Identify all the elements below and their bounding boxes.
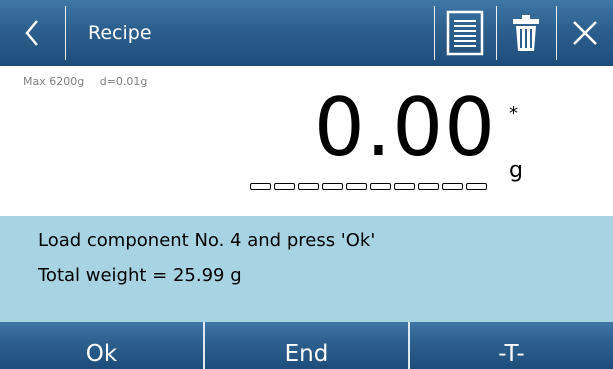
- bargraph-segment: [274, 183, 295, 190]
- scale-specs: Max 6200g d=0.01g: [23, 75, 159, 88]
- bargraph-segment: [394, 183, 415, 190]
- chevron-left-icon: [25, 20, 38, 46]
- header-divider: [65, 6, 66, 60]
- close-icon: [572, 21, 597, 45]
- close-button[interactable]: [556, 0, 613, 66]
- recipe-list-button[interactable]: [434, 0, 496, 66]
- end-button[interactable]: End: [205, 322, 408, 369]
- trash-icon: [513, 15, 539, 51]
- weight-unit: g: [509, 158, 523, 183]
- footer-bar: Ok End -T-: [0, 322, 613, 369]
- instruction-text: Load component No. 4 and press 'Ok': [38, 230, 376, 251]
- stability-indicator: *: [509, 103, 518, 124]
- bargraph-segment: [250, 183, 271, 190]
- bargraph-segment: [370, 183, 391, 190]
- capacity-bargraph: [250, 183, 487, 190]
- bargraph-segment: [466, 183, 487, 190]
- list-document-icon: [446, 10, 484, 56]
- division-value: d=0.01g: [99, 75, 148, 88]
- delete-button[interactable]: [496, 0, 556, 66]
- bargraph-segment: [298, 183, 319, 190]
- total-weight-text: Total weight = 25.99 g: [38, 265, 242, 286]
- message-panel: Load component No. 4 and press 'Ok' Tota…: [0, 216, 613, 322]
- weight-display: 0.00: [313, 81, 496, 174]
- bargraph-segment: [346, 183, 367, 190]
- bargraph-segment: [418, 183, 439, 190]
- bargraph-segment: [322, 183, 343, 190]
- ok-button[interactable]: Ok: [0, 322, 203, 369]
- back-button[interactable]: [0, 0, 64, 66]
- tare-button[interactable]: -T-: [410, 322, 613, 369]
- page-title: Recipe: [88, 22, 152, 44]
- bargraph-segment: [442, 183, 463, 190]
- header-bar: Recipe: [0, 0, 613, 66]
- max-capacity: Max 6200g: [23, 75, 85, 88]
